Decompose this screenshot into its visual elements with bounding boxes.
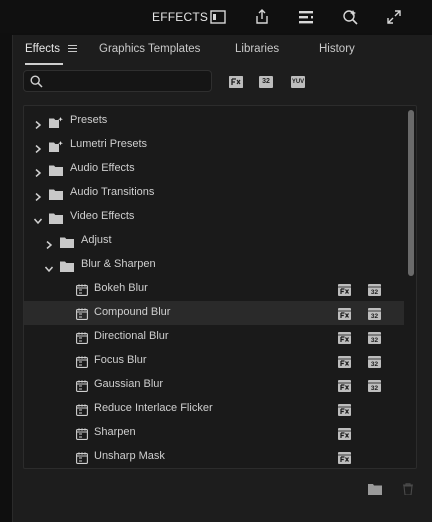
preset-folder-icon: [49, 139, 63, 152]
svg-text:32: 32: [371, 385, 379, 392]
tab-effects[interactable]: Effects: [25, 43, 60, 55]
effect-label: Focus Blur: [94, 354, 147, 366]
svg-text:32: 32: [371, 313, 379, 320]
effect-row[interactable]: Gaussian Blur 32: [24, 373, 404, 397]
effect-row[interactable]: Reduce Interlace Flicker: [24, 397, 404, 421]
folder-row[interactable]: Adjust: [24, 229, 404, 253]
effect-row[interactable]: Sharpen: [24, 421, 404, 445]
chevron-down-icon[interactable]: [44, 260, 54, 273]
accelerated-effect-icon: [338, 307, 351, 320]
folder-icon: [49, 187, 63, 200]
accelerated-effect-icon: [338, 379, 351, 392]
svg-text:32: 32: [371, 361, 379, 368]
effect-icon: [76, 379, 88, 392]
tree-item-label: Video Effects: [70, 210, 135, 222]
folder-icon: [60, 235, 74, 248]
effects-panel: Effects Graphics Templates Libraries His…: [12, 35, 432, 522]
effect-label: Compound Blur: [94, 306, 171, 318]
chevron-right-icon[interactable]: [34, 140, 42, 154]
effect-row[interactable]: Compound Blur 32: [24, 301, 404, 325]
share-export-icon[interactable]: [252, 7, 272, 27]
panel-layout-icon[interactable]: [208, 7, 228, 27]
trash-icon[interactable]: [401, 483, 415, 495]
effects-tree: Presets Lumetri Presets Audio Effects Audio…: [23, 105, 417, 469]
effect-row[interactable]: Focus Blur 32: [24, 349, 404, 373]
accelerated-effect-icon: [338, 331, 351, 344]
expand-icon[interactable]: [384, 7, 404, 27]
tree-item-label: Blur & Sharpen: [81, 258, 156, 270]
effect-icon: [76, 283, 88, 296]
tree-item-label: Presets: [70, 114, 108, 126]
settings-panel-icon[interactable]: [296, 7, 316, 27]
tree-item-label: Audio Effects: [70, 162, 135, 174]
folder-icon: [49, 163, 63, 176]
accelerated-effect-icon: [338, 355, 351, 368]
tree-item-label: Adjust: [81, 234, 112, 246]
chevron-right-icon[interactable]: [34, 116, 42, 130]
panel-header: EFFECTS: [0, 0, 432, 33]
folder-row[interactable]: Audio Effects: [24, 157, 404, 181]
effect-label: Sharpen: [94, 426, 136, 438]
effect-row[interactable]: Bokeh Blur 32: [24, 277, 404, 301]
panel-title: EFFECTS: [152, 10, 209, 24]
folder-row[interactable]: Blur & Sharpen: [24, 253, 404, 277]
32bit-color-icon: 32: [368, 355, 381, 368]
yuv-filter-icon[interactable]: YUV: [291, 76, 305, 88]
effect-icon: [76, 307, 88, 320]
effect-icon: [76, 427, 88, 440]
effect-label: Unsharp Mask: [94, 450, 165, 462]
panel-tabs: Effects Graphics Templates Libraries His…: [13, 35, 432, 65]
accelerated-effects-filter-icon[interactable]: [229, 76, 243, 88]
chevron-down-icon[interactable]: [33, 212, 43, 225]
32bit-color-icon: 32: [368, 307, 381, 320]
effect-icon: [76, 403, 88, 416]
accelerated-effect-icon: [338, 451, 351, 464]
svg-text:32: 32: [371, 289, 379, 296]
search-icon: [30, 75, 43, 88]
32bit-color-icon: 32: [368, 331, 381, 344]
chevron-right-icon[interactable]: [34, 188, 42, 202]
effect-icon: [76, 331, 88, 344]
folder-row[interactable]: Video Effects: [24, 205, 404, 229]
effect-label: Reduce Interlace Flicker: [94, 402, 213, 414]
accelerated-effect-icon: [338, 427, 351, 440]
accelerated-effect-icon: [338, 403, 351, 416]
folder-row[interactable]: Lumetri Presets: [24, 133, 404, 157]
active-tab-indicator: [25, 63, 63, 65]
tree-item-label: Lumetri Presets: [70, 138, 148, 150]
search-sparkle-icon[interactable]: [340, 7, 360, 27]
effect-icon: [76, 451, 88, 464]
accelerated-effect-icon: [338, 283, 351, 296]
32bit-filter-icon[interactable]: 32: [259, 76, 273, 88]
effect-label: Gaussian Blur: [94, 378, 164, 390]
panel-menu-icon[interactable]: [68, 45, 77, 53]
search-box[interactable]: [23, 70, 212, 92]
folder-row[interactable]: Presets: [24, 109, 404, 133]
vertical-scrollbar[interactable]: [408, 110, 414, 276]
tab-libraries[interactable]: Libraries: [235, 43, 279, 55]
folder-row[interactable]: Audio Transitions: [24, 181, 404, 205]
tab-graphics-templates[interactable]: Graphics Templates: [99, 43, 200, 55]
chevron-right-icon[interactable]: [45, 236, 53, 250]
new-bin-folder-icon[interactable]: [368, 483, 382, 495]
search-input[interactable]: [46, 73, 210, 91]
folder-icon: [60, 259, 74, 272]
folder-icon: [49, 211, 63, 224]
tree-item-label: Audio Transitions: [70, 186, 155, 198]
chevron-right-icon[interactable]: [34, 164, 42, 178]
effect-label: Directional Blur: [94, 330, 169, 342]
effect-row[interactable]: Unsharp Mask: [24, 445, 404, 468]
effect-icon: [76, 355, 88, 368]
preset-folder-icon: [49, 115, 63, 128]
svg-text:32: 32: [371, 337, 379, 344]
tab-history[interactable]: History: [319, 43, 355, 55]
32bit-color-icon: 32: [368, 379, 381, 392]
effect-row[interactable]: Directional Blur 32: [24, 325, 404, 349]
effect-label: Bokeh Blur: [94, 282, 148, 294]
32bit-color-icon: 32: [368, 283, 381, 296]
